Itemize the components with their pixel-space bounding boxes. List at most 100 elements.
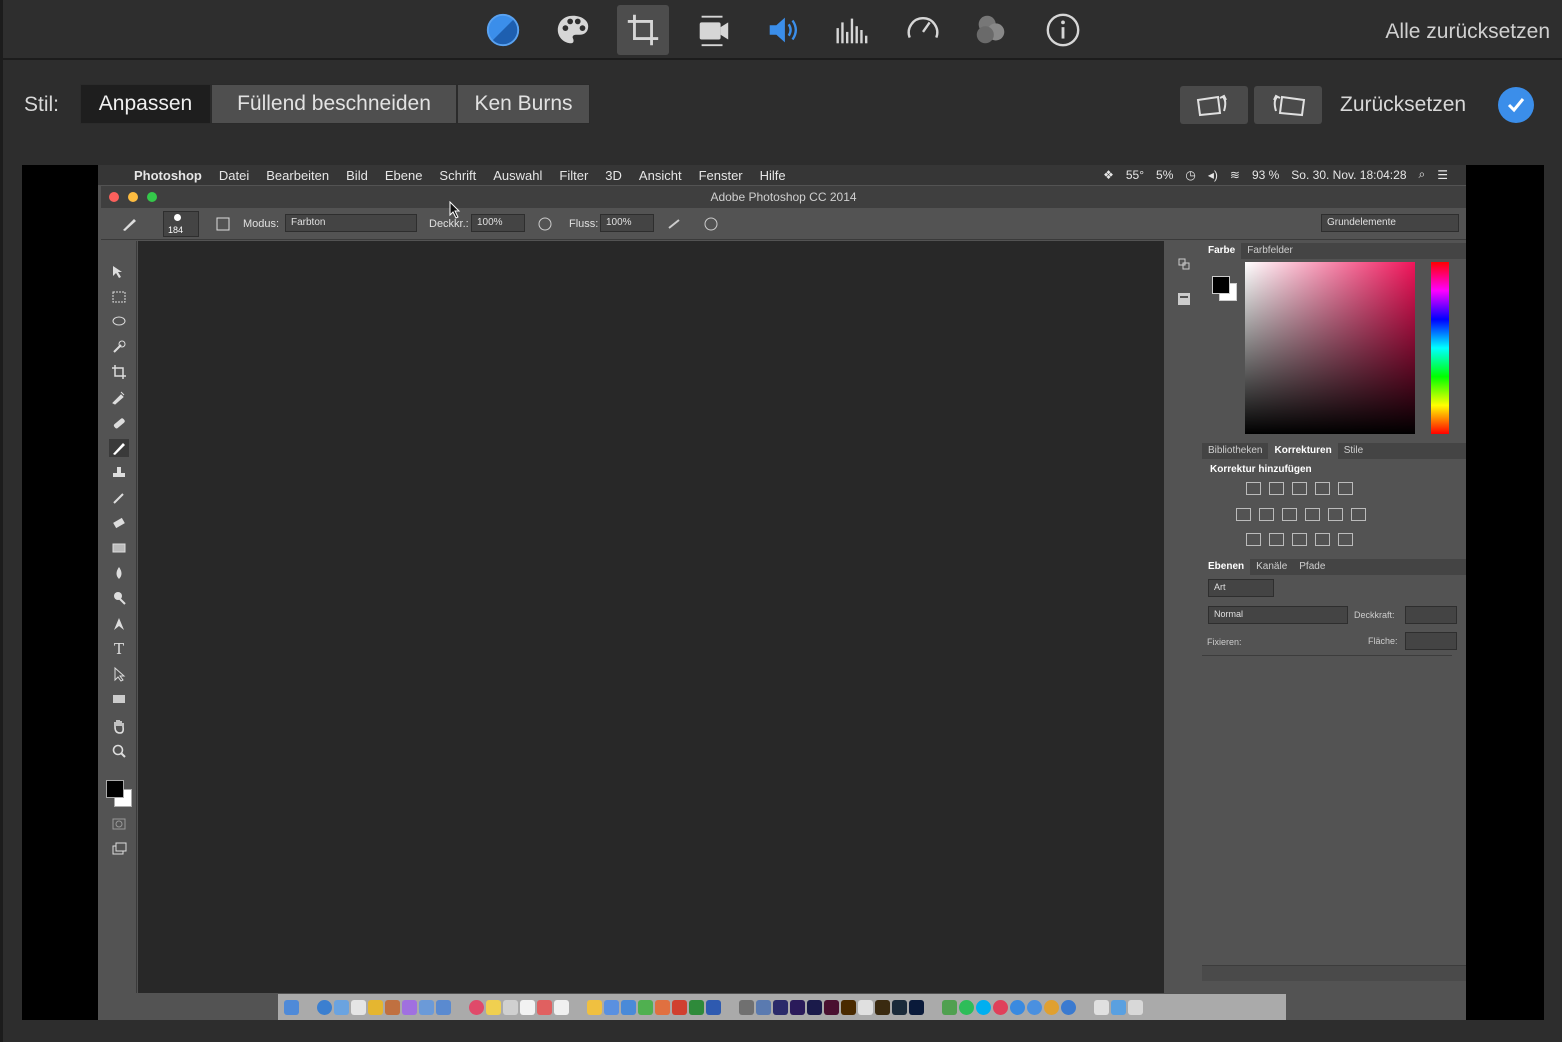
crop-button[interactable]	[617, 5, 669, 55]
filter-icon	[976, 15, 1005, 44]
crop-icon	[627, 14, 659, 46]
notification-center-icon: ☰	[1437, 167, 1448, 182]
menu-filter: Filter	[559, 167, 589, 183]
layer-filter-select: Art	[1208, 579, 1274, 597]
acrobat-dock-icon	[858, 999, 873, 1015]
tab-libraries: Bibliotheken	[1208, 445, 1263, 456]
layer-opacity-label: Deckkraft:	[1354, 610, 1395, 620]
menu-datei: Datei	[218, 167, 250, 183]
style-option-fit[interactable]: Anpassen	[80, 84, 211, 124]
adjustment-icons-row-2	[1236, 508, 1366, 521]
pressure-size-icon	[704, 217, 718, 231]
adjustment-icons-row-1	[1246, 482, 1353, 495]
photo-filter-icon	[1305, 508, 1320, 521]
right-panel-dock: Farbe Farbfelder Bibliotheken Korrekture…	[1202, 241, 1466, 993]
menu-bearbeiten: Bearbeiten	[266, 167, 330, 183]
flow-label: Fluss:	[569, 218, 599, 230]
facetime-dock-icon	[942, 999, 957, 1015]
volume-button[interactable]	[757, 5, 809, 55]
collapsed-panel-strip	[1167, 241, 1201, 993]
tools-dock-icon	[436, 999, 451, 1015]
opacity-field: 100%	[471, 214, 525, 232]
notes-dock-icon	[368, 999, 383, 1015]
tab-swatches: Farbfelder	[1247, 245, 1293, 256]
volume-status-icon: ◂)	[1207, 167, 1218, 182]
workspace-select: Grundelemente	[1321, 214, 1459, 232]
layer-list	[1202, 655, 1452, 965]
illustrator-dock-icon	[841, 999, 856, 1015]
color-balance-adj-icon	[1259, 508, 1274, 521]
speed-button[interactable]	[897, 5, 949, 55]
video-preview[interactable]: Photoshop Datei Bearbeiten Bild Ebene Sc…	[22, 165, 1544, 1020]
menu-bild: Bild	[346, 167, 368, 183]
info-icon	[1046, 13, 1080, 47]
pages-dock-icon	[604, 999, 619, 1015]
flow-field: 100%	[600, 214, 654, 232]
reset-all-button[interactable]: Alle zurücksetzen	[1385, 20, 1550, 44]
equalizer-button[interactable]	[825, 5, 877, 55]
reset-button[interactable]: Zurücksetzen	[1340, 93, 1466, 117]
safari-dock-icon	[317, 999, 332, 1015]
color-balance-button[interactable]	[477, 5, 529, 55]
menu-schrift: Schrift	[439, 167, 477, 183]
zoom-tool-icon	[109, 742, 129, 760]
dropbox-icon: ❖	[1103, 167, 1114, 182]
rotate-left-button[interactable]	[1180, 86, 1248, 124]
clip-info-button[interactable]	[1037, 5, 1089, 55]
lasso-tool-icon	[109, 313, 129, 331]
mac-dock	[278, 994, 1286, 1020]
mode-select: Farbton	[285, 214, 417, 232]
equalizer-icon	[836, 18, 868, 44]
path-select-tool-icon	[109, 665, 129, 683]
blur-tool-icon	[109, 564, 129, 582]
powerpoint-alt-dock-icon	[655, 999, 670, 1015]
invert-icon	[1246, 533, 1261, 546]
color-panel-tabs: Farbe Farbfelder	[1202, 243, 1466, 259]
after-effects-dock-icon	[807, 999, 822, 1015]
indesign-dock-icon	[824, 999, 839, 1015]
star-dock-icon	[402, 999, 417, 1015]
textedit-dock-icon	[520, 999, 535, 1015]
spotlight-icon: ⌕	[1418, 167, 1426, 181]
fill-label: Fläche:	[1368, 636, 1398, 646]
imovie-video-adjust-view: Alle zurücksetzen Stil: Anpassen Füllend…	[0, 0, 1562, 1042]
photos-dock-icon	[419, 999, 434, 1015]
levels-icon	[1269, 482, 1284, 495]
hand-tool-icon	[109, 717, 129, 735]
color-picker-field	[1245, 262, 1415, 434]
brush-dot-icon	[174, 214, 181, 221]
stickies-dock-icon	[486, 999, 501, 1015]
window-title: Adobe Photoshop CC 2014	[710, 190, 857, 204]
cpu-readout: 5%	[1156, 167, 1174, 182]
menu-ebene: Ebene	[384, 167, 423, 183]
clip-filter-button[interactable]	[965, 5, 1017, 55]
airbrush-icon	[668, 219, 680, 229]
preview-dock-icon	[756, 999, 771, 1015]
gradient-tool-icon	[109, 539, 129, 557]
crop-tool-icon	[109, 363, 129, 381]
style-option-crop-to-fill[interactable]: Füllend beschneiden	[211, 84, 457, 124]
document-dock-icon	[503, 999, 518, 1015]
tab-color: Farbe	[1202, 243, 1242, 259]
mail-dock-icon	[334, 999, 349, 1015]
style-label: Stil:	[24, 93, 60, 116]
color-lookup-icon	[1351, 508, 1366, 521]
curves-icon	[1292, 482, 1307, 495]
color-correction-button[interactable]	[547, 5, 599, 55]
brush-panel-icon	[216, 217, 230, 231]
apply-button[interactable]	[1498, 87, 1534, 123]
lock-label: Fixieren:	[1207, 637, 1242, 647]
mode-label: Modus:	[243, 218, 280, 230]
checkmark-icon	[1507, 98, 1525, 113]
style-option-ken-burns[interactable]: Ken Burns	[457, 84, 590, 124]
tab-channels: Kanäle	[1256, 561, 1288, 572]
calendar-dock-icon	[537, 999, 552, 1015]
rotate-right-button[interactable]	[1254, 86, 1322, 124]
properties-panel-icon	[1178, 293, 1190, 305]
keynote-dock-icon	[587, 999, 602, 1015]
eraser-tool-icon	[109, 514, 129, 532]
itunes-dock-icon	[993, 999, 1008, 1015]
foreground-color-swatch	[106, 780, 124, 798]
threshold-icon	[1292, 533, 1307, 546]
stabilization-button[interactable]	[687, 5, 739, 55]
